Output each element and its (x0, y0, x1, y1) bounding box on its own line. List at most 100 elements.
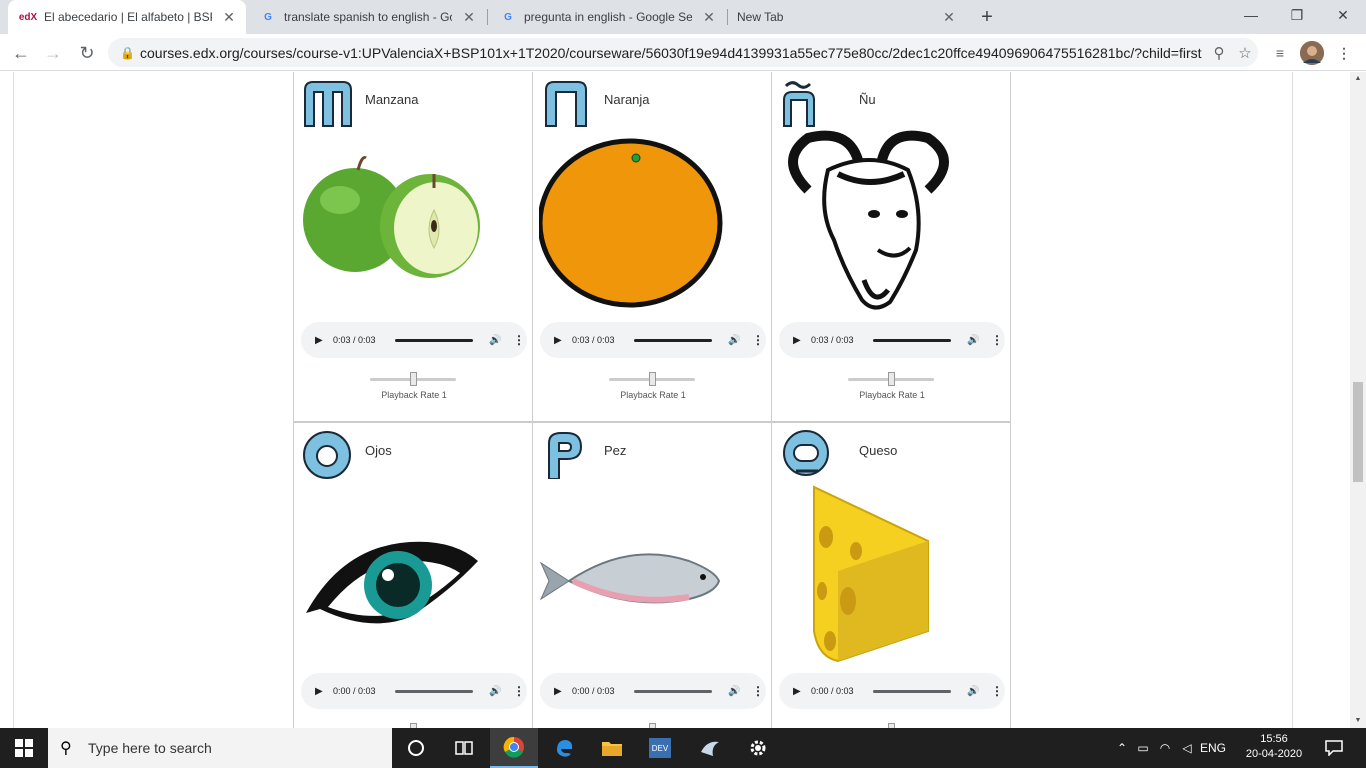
play-icon[interactable]: ▶ (315, 686, 325, 697)
rate-slider-thumb[interactable] (888, 372, 895, 386)
start-button[interactable] (0, 728, 48, 768)
battery-icon[interactable]: ▭ (1132, 741, 1154, 755)
browser-menu-icon[interactable]: ⋮ (1332, 41, 1356, 65)
audio-progress-track[interactable] (395, 689, 473, 693)
playback-rate-control (533, 719, 773, 728)
volume-icon[interactable]: 🔊 (728, 335, 742, 346)
new-tab-button[interactable]: + (976, 6, 998, 28)
app-icon[interactable] (686, 728, 734, 768)
letter-m-icon (304, 81, 352, 127)
more-options-icon[interactable]: ⋮ (991, 333, 1003, 347)
notifications-icon[interactable] (1312, 728, 1356, 768)
tab-new-tab[interactable]: New Tab ✕ (728, 0, 966, 34)
tab-el-abecedario[interactable]: edX El abecedario | El alfabeto | BSP1( … (8, 0, 246, 34)
forward-button[interactable]: → (40, 40, 66, 66)
close-icon[interactable]: ✕ (220, 8, 238, 26)
volume-icon[interactable]: 🔊 (489, 335, 503, 346)
tab-title: New Tab (737, 10, 784, 24)
rate-slider-thumb[interactable] (410, 372, 417, 386)
scrollbar-thumb[interactable] (1353, 382, 1363, 482)
taskbar-search-box[interactable]: ⚲ Type here to search (48, 728, 392, 768)
windows-logo-icon (15, 739, 33, 757)
clock-date: 20-04-2020 (1245, 748, 1303, 760)
audio-progress-track[interactable] (634, 689, 712, 693)
play-icon[interactable]: ▶ (554, 686, 564, 697)
volume-icon[interactable]: 🔊 (967, 686, 981, 697)
rate-slider-thumb[interactable] (649, 372, 656, 386)
word-label: Queso (859, 443, 898, 458)
cheese-illustration (813, 485, 929, 663)
audio-player[interactable]: ▶ 0:00 / 0:03 🔊 ⋮ (779, 673, 1005, 709)
clock-time: 15:56 (1260, 733, 1288, 745)
window-close-button[interactable]: ✕ (1320, 0, 1366, 30)
audio-player[interactable]: ▶ 0:03 / 0:03 🔊 ⋮ (540, 322, 766, 358)
volume-icon[interactable]: ◁ (1176, 741, 1198, 755)
audio-player[interactable]: ▶ 0:00 / 0:03 🔊 ⋮ (540, 673, 766, 709)
address-bar[interactable]: 🔒 courses.edx.org/courses/course-v1:UPVa… (108, 38, 1258, 67)
audio-progress-track[interactable] (873, 689, 951, 693)
audio-player[interactable]: ▶ 0:00 / 0:03 🔊 ⋮ (301, 673, 527, 709)
lock-icon: 🔒 (120, 45, 135, 60)
word-label: Ojos (365, 443, 392, 458)
chrome-icon[interactable] (490, 728, 538, 768)
cortana-icon[interactable] (392, 728, 440, 768)
media-control-icon[interactable]: ≡ (1268, 41, 1292, 65)
letter-o-icon (303, 431, 351, 479)
system-tray: ⌃ ▭ ◠ ◁ ENG (1112, 728, 1232, 768)
audio-time: 0:03 / 0:03 (572, 335, 615, 345)
play-icon[interactable]: ▶ (554, 335, 564, 346)
more-options-icon[interactable]: ⋮ (513, 684, 525, 698)
volume-icon[interactable]: 🔊 (967, 335, 981, 346)
audio-player[interactable]: ▶ 0:03 / 0:03 🔊 ⋮ (301, 322, 527, 358)
scroll-down-icon[interactable]: ▼ (1350, 714, 1366, 728)
chevron-up-icon[interactable]: ⌃ (1112, 741, 1132, 755)
restore-button[interactable]: ❐ (1274, 0, 1320, 30)
play-icon[interactable]: ▶ (315, 335, 325, 346)
zoom-icon[interactable]: ⚲ (1206, 44, 1232, 62)
letter-n-icon (545, 81, 587, 127)
minimize-button[interactable]: — (1228, 0, 1274, 30)
tab-translate[interactable]: G translate spanish to english - Goo ✕ (248, 0, 486, 34)
card-o: Ojos ▶ 0:00 / 0:03 🔊 ⋮ (293, 422, 533, 728)
task-view-icon[interactable] (440, 728, 488, 768)
volume-icon[interactable]: 🔊 (489, 686, 503, 697)
avatar[interactable] (1300, 41, 1324, 65)
volume-icon[interactable]: 🔊 (728, 686, 742, 697)
more-options-icon[interactable]: ⋮ (513, 333, 525, 347)
audio-player[interactable]: ▶ 0:03 / 0:03 🔊 ⋮ (779, 322, 1005, 358)
play-icon[interactable]: ▶ (793, 335, 803, 346)
audio-progress-track[interactable] (873, 338, 951, 342)
play-icon[interactable]: ▶ (793, 686, 803, 697)
tab-pregunta[interactable]: G pregunta in english - Google Sea ✕ (488, 0, 726, 34)
reload-button[interactable]: ↻ (74, 40, 100, 66)
file-explorer-icon[interactable] (588, 728, 636, 768)
language-indicator[interactable]: ENG (1198, 741, 1228, 755)
taskbar-clock[interactable]: 15:56 20-04-2020 (1240, 732, 1308, 762)
back-button[interactable]: ← (8, 40, 34, 66)
url-text[interactable]: courses.edx.org/courses/course-v1:UPVale… (140, 45, 1206, 61)
audio-progress-track[interactable] (634, 338, 712, 342)
wifi-icon[interactable]: ◠ (1154, 741, 1176, 755)
browser-tab-strip: edX El abecedario | El alfabeto | BSP1( … (0, 0, 1366, 34)
more-options-icon[interactable]: ⋮ (752, 333, 764, 347)
more-options-icon[interactable]: ⋮ (752, 684, 764, 698)
edge-icon[interactable] (540, 728, 588, 768)
close-icon[interactable]: ✕ (460, 8, 478, 26)
green-apple-illustration (303, 156, 480, 278)
scroll-up-icon[interactable]: ▲ (1350, 72, 1366, 86)
gnu-head-illustration (788, 130, 949, 310)
close-icon[interactable]: ✕ (700, 8, 718, 26)
page-viewport: Manzana ▶ 0:03 / 0:03 🔊 ⋮ Playback Rate … (0, 72, 1350, 728)
close-icon[interactable]: ✕ (940, 8, 958, 26)
audio-progress-track[interactable] (395, 338, 473, 342)
google-icon: G (264, 11, 272, 23)
dev-icon[interactable]: DEV (636, 728, 684, 768)
fish-illustration (539, 553, 721, 604)
page-scrollbar[interactable]: ▲ ▼ (1350, 72, 1366, 728)
card-enye: Ñu ▶ 0:03 / 0:03 🔊 ⋮ Playback Rate 1 (771, 72, 1011, 422)
word-label: Ñu (859, 92, 876, 107)
settings-icon[interactable] (734, 728, 782, 768)
more-options-icon[interactable]: ⋮ (991, 684, 1003, 698)
bookmark-star-icon[interactable]: ☆ (1232, 44, 1258, 62)
windows-taskbar: ⚲ Type here to search DEV ⌃ ▭ ◠ ◁ ENG 15… (0, 728, 1366, 768)
